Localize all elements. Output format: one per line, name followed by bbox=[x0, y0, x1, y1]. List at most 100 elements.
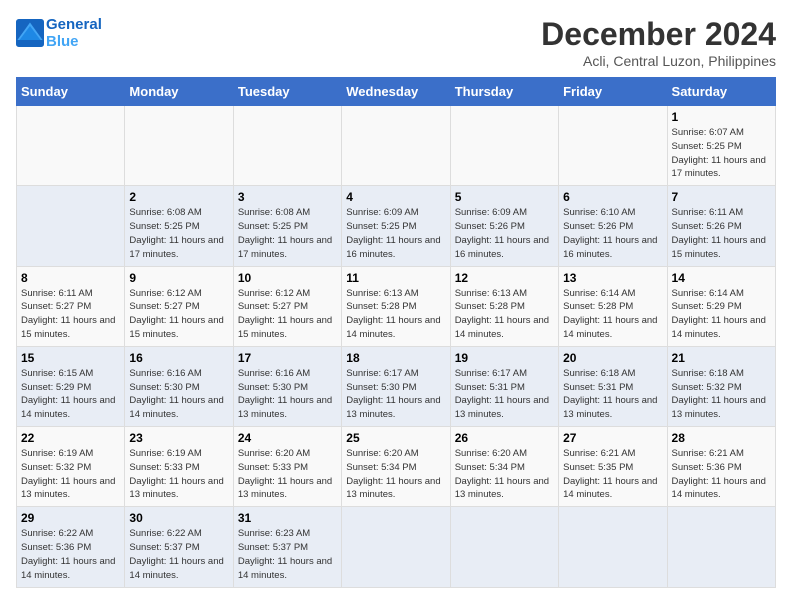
day-info: Sunrise: 6:22 AMSunset: 5:37 PMDaylight:… bbox=[129, 528, 223, 580]
day-number: 9 bbox=[129, 271, 228, 285]
day-info: Sunrise: 6:18 AMSunset: 5:31 PMDaylight:… bbox=[563, 368, 657, 420]
day-cell: 20 Sunrise: 6:18 AMSunset: 5:31 PMDaylig… bbox=[559, 346, 667, 426]
day-cell: 14 Sunrise: 6:14 AMSunset: 5:29 PMDaylig… bbox=[667, 266, 775, 346]
header-cell-friday: Friday bbox=[559, 78, 667, 106]
location: Acli, Central Luzon, Philippines bbox=[541, 53, 776, 69]
day-cell: 1 Sunrise: 6:07 AMSunset: 5:25 PMDayligh… bbox=[667, 106, 775, 186]
day-number: 23 bbox=[129, 431, 228, 445]
header-cell-thursday: Thursday bbox=[450, 78, 558, 106]
week-row-2: 2 Sunrise: 6:08 AMSunset: 5:25 PMDayligh… bbox=[17, 186, 776, 266]
day-number: 1 bbox=[672, 110, 771, 124]
day-number: 22 bbox=[21, 431, 120, 445]
day-cell: 5 Sunrise: 6:09 AMSunset: 5:26 PMDayligh… bbox=[450, 186, 558, 266]
day-number: 6 bbox=[563, 190, 662, 204]
day-cell: 9 Sunrise: 6:12 AMSunset: 5:27 PMDayligh… bbox=[125, 266, 233, 346]
day-number: 13 bbox=[563, 271, 662, 285]
day-info: Sunrise: 6:21 AMSunset: 5:36 PMDaylight:… bbox=[672, 448, 766, 500]
day-number: 25 bbox=[346, 431, 445, 445]
day-number: 7 bbox=[672, 190, 771, 204]
logo-icon bbox=[16, 19, 44, 47]
day-info: Sunrise: 6:16 AMSunset: 5:30 PMDaylight:… bbox=[129, 368, 223, 420]
logo: General Blue bbox=[16, 16, 102, 50]
day-number: 31 bbox=[238, 511, 337, 525]
day-info: Sunrise: 6:20 AMSunset: 5:33 PMDaylight:… bbox=[238, 448, 332, 500]
day-number: 28 bbox=[672, 431, 771, 445]
day-info: Sunrise: 6:14 AMSunset: 5:28 PMDaylight:… bbox=[563, 288, 657, 340]
day-info: Sunrise: 6:09 AMSunset: 5:26 PMDaylight:… bbox=[455, 207, 549, 259]
day-number: 15 bbox=[21, 351, 120, 365]
day-cell bbox=[233, 106, 341, 186]
title-area: December 2024 Acli, Central Luzon, Phili… bbox=[541, 16, 776, 69]
day-info: Sunrise: 6:18 AMSunset: 5:32 PMDaylight:… bbox=[672, 368, 766, 420]
day-info: Sunrise: 6:20 AMSunset: 5:34 PMDaylight:… bbox=[455, 448, 549, 500]
day-cell bbox=[559, 106, 667, 186]
day-number: 14 bbox=[672, 271, 771, 285]
day-info: Sunrise: 6:11 AMSunset: 5:27 PMDaylight:… bbox=[21, 288, 115, 340]
day-cell: 24 Sunrise: 6:20 AMSunset: 5:33 PMDaylig… bbox=[233, 427, 341, 507]
day-cell: 2 Sunrise: 6:08 AMSunset: 5:25 PMDayligh… bbox=[125, 186, 233, 266]
day-cell: 26 Sunrise: 6:20 AMSunset: 5:34 PMDaylig… bbox=[450, 427, 558, 507]
day-info: Sunrise: 6:23 AMSunset: 5:37 PMDaylight:… bbox=[238, 528, 332, 580]
day-cell bbox=[125, 106, 233, 186]
day-cell: 15 Sunrise: 6:15 AMSunset: 5:29 PMDaylig… bbox=[17, 346, 125, 426]
day-cell bbox=[342, 507, 450, 587]
day-cell: 28 Sunrise: 6:21 AMSunset: 5:36 PMDaylig… bbox=[667, 427, 775, 507]
day-number: 10 bbox=[238, 271, 337, 285]
day-cell: 8 Sunrise: 6:11 AMSunset: 5:27 PMDayligh… bbox=[17, 266, 125, 346]
day-info: Sunrise: 6:12 AMSunset: 5:27 PMDaylight:… bbox=[129, 288, 223, 340]
day-number: 8 bbox=[21, 271, 120, 285]
day-info: Sunrise: 6:22 AMSunset: 5:36 PMDaylight:… bbox=[21, 528, 115, 580]
calendar-body: 1 Sunrise: 6:07 AMSunset: 5:25 PMDayligh… bbox=[17, 106, 776, 588]
day-info: Sunrise: 6:20 AMSunset: 5:34 PMDaylight:… bbox=[346, 448, 440, 500]
day-info: Sunrise: 6:13 AMSunset: 5:28 PMDaylight:… bbox=[455, 288, 549, 340]
header-cell-tuesday: Tuesday bbox=[233, 78, 341, 106]
day-number: 19 bbox=[455, 351, 554, 365]
day-cell: 19 Sunrise: 6:17 AMSunset: 5:31 PMDaylig… bbox=[450, 346, 558, 426]
day-number: 17 bbox=[238, 351, 337, 365]
day-info: Sunrise: 6:19 AMSunset: 5:33 PMDaylight:… bbox=[129, 448, 223, 500]
calendar-table: SundayMondayTuesdayWednesdayThursdayFrid… bbox=[16, 77, 776, 588]
day-cell bbox=[450, 507, 558, 587]
day-number: 29 bbox=[21, 511, 120, 525]
day-cell: 16 Sunrise: 6:16 AMSunset: 5:30 PMDaylig… bbox=[125, 346, 233, 426]
day-cell: 7 Sunrise: 6:11 AMSunset: 5:26 PMDayligh… bbox=[667, 186, 775, 266]
day-cell bbox=[667, 507, 775, 587]
page-header: General Blue December 2024 Acli, Central… bbox=[16, 16, 776, 69]
month-title: December 2024 bbox=[541, 16, 776, 53]
day-cell: 4 Sunrise: 6:09 AMSunset: 5:25 PMDayligh… bbox=[342, 186, 450, 266]
day-cell bbox=[342, 106, 450, 186]
day-number: 27 bbox=[563, 431, 662, 445]
calendar-header: SundayMondayTuesdayWednesdayThursdayFrid… bbox=[17, 78, 776, 106]
day-number: 11 bbox=[346, 271, 445, 285]
day-info: Sunrise: 6:14 AMSunset: 5:29 PMDaylight:… bbox=[672, 288, 766, 340]
day-cell: 21 Sunrise: 6:18 AMSunset: 5:32 PMDaylig… bbox=[667, 346, 775, 426]
day-info: Sunrise: 6:11 AMSunset: 5:26 PMDaylight:… bbox=[672, 207, 766, 259]
day-info: Sunrise: 6:16 AMSunset: 5:30 PMDaylight:… bbox=[238, 368, 332, 420]
day-number: 2 bbox=[129, 190, 228, 204]
day-cell bbox=[559, 507, 667, 587]
header-row: SundayMondayTuesdayWednesdayThursdayFrid… bbox=[17, 78, 776, 106]
day-info: Sunrise: 6:12 AMSunset: 5:27 PMDaylight:… bbox=[238, 288, 332, 340]
day-info: Sunrise: 6:13 AMSunset: 5:28 PMDaylight:… bbox=[346, 288, 440, 340]
day-info: Sunrise: 6:17 AMSunset: 5:30 PMDaylight:… bbox=[346, 368, 440, 420]
day-cell: 6 Sunrise: 6:10 AMSunset: 5:26 PMDayligh… bbox=[559, 186, 667, 266]
logo-text-line2: Blue bbox=[46, 33, 102, 50]
day-info: Sunrise: 6:10 AMSunset: 5:26 PMDaylight:… bbox=[563, 207, 657, 259]
day-number: 4 bbox=[346, 190, 445, 204]
day-info: Sunrise: 6:21 AMSunset: 5:35 PMDaylight:… bbox=[563, 448, 657, 500]
day-cell: 3 Sunrise: 6:08 AMSunset: 5:25 PMDayligh… bbox=[233, 186, 341, 266]
header-cell-wednesday: Wednesday bbox=[342, 78, 450, 106]
day-cell: 29 Sunrise: 6:22 AMSunset: 5:36 PMDaylig… bbox=[17, 507, 125, 587]
day-cell: 11 Sunrise: 6:13 AMSunset: 5:28 PMDaylig… bbox=[342, 266, 450, 346]
header-cell-monday: Monday bbox=[125, 78, 233, 106]
day-number: 20 bbox=[563, 351, 662, 365]
day-cell: 12 Sunrise: 6:13 AMSunset: 5:28 PMDaylig… bbox=[450, 266, 558, 346]
day-info: Sunrise: 6:15 AMSunset: 5:29 PMDaylight:… bbox=[21, 368, 115, 420]
header-cell-saturday: Saturday bbox=[667, 78, 775, 106]
day-info: Sunrise: 6:07 AMSunset: 5:25 PMDaylight:… bbox=[672, 127, 766, 179]
day-cell: 23 Sunrise: 6:19 AMSunset: 5:33 PMDaylig… bbox=[125, 427, 233, 507]
logo-text-line1: General bbox=[46, 16, 102, 33]
day-cell: 13 Sunrise: 6:14 AMSunset: 5:28 PMDaylig… bbox=[559, 266, 667, 346]
day-cell: 27 Sunrise: 6:21 AMSunset: 5:35 PMDaylig… bbox=[559, 427, 667, 507]
day-info: Sunrise: 6:08 AMSunset: 5:25 PMDaylight:… bbox=[129, 207, 223, 259]
